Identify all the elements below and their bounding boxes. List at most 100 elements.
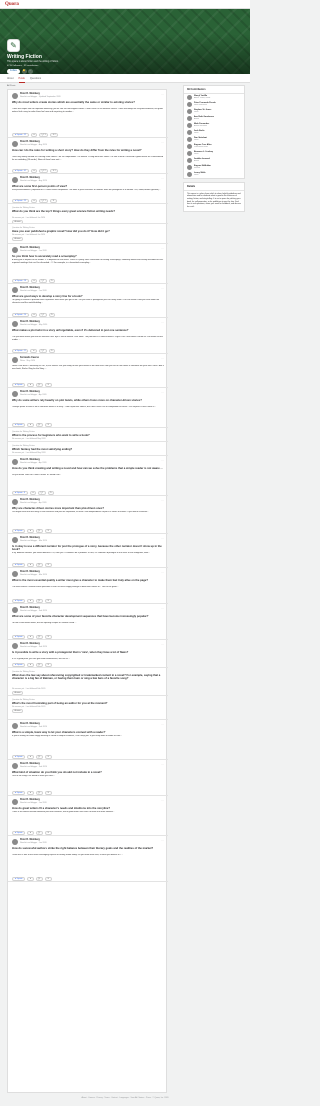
- post-question[interactable]: So you think how to accurately read a sc…: [12, 255, 164, 258]
- comment-icon[interactable]: 💬: [39, 312, 47, 317]
- answer-button[interactable]: Answer: [12, 236, 24, 241]
- author-name[interactable]: Peter R. Weinberg: [20, 839, 40, 841]
- author-name[interactable]: Peter R. Weinberg: [20, 287, 40, 289]
- contributor-item[interactable]: Stephen St. Jones Writer: [184, 108, 244, 115]
- comment-icon[interactable]: 💬: [35, 598, 44, 603]
- post-question[interactable]: How do successful authors strike the rig…: [12, 847, 164, 850]
- more-options-icon[interactable]: ···: [161, 459, 164, 462]
- contributor-item[interactable]: Eugene McMullan Novelist: [184, 164, 244, 171]
- tab-posts[interactable]: Posts: [18, 74, 25, 83]
- author-avatar[interactable]: [12, 499, 18, 505]
- downvote-icon[interactable]: ▼: [26, 422, 34, 427]
- author-avatar[interactable]: [12, 571, 18, 577]
- downvote-icon[interactable]: ▼: [26, 598, 34, 603]
- post-question[interactable]: Why do some writers rely heavily on plot…: [12, 399, 164, 402]
- question-title[interactable]: Have you ever published a graphic novel?…: [12, 230, 164, 233]
- share-icon[interactable]: ↻: [47, 490, 55, 495]
- share-icon[interactable]: ↻: [45, 598, 52, 603]
- author-name[interactable]: Peter R. Weinberg: [20, 141, 40, 143]
- post-question[interactable]: How can I do the rules for writing a sho…: [12, 149, 164, 152]
- share-icon[interactable]: ↻: [45, 422, 52, 427]
- downvote-icon[interactable]: ▼: [30, 348, 38, 353]
- downvote-icon[interactable]: ▼: [26, 382, 34, 387]
- question-title[interactable]: What is the process for beginners who wa…: [12, 434, 164, 437]
- tab-questions[interactable]: Questions: [30, 74, 41, 83]
- author-name[interactable]: Peter R. Weinberg: [20, 607, 40, 609]
- author-avatar[interactable]: [12, 459, 18, 465]
- post-question[interactable]: What kind of situation do you think you …: [12, 771, 164, 774]
- share-icon[interactable]: ↻ 2: [50, 132, 59, 137]
- comment-icon[interactable]: 💬: [35, 790, 44, 795]
- share-icon[interactable]: ↻: [45, 830, 52, 835]
- share-icon[interactable]: ↻: [45, 790, 52, 795]
- downvote-icon[interactable]: ▼: [30, 312, 38, 317]
- contributor-item[interactable]: Bronwen L. Lindsay Writer: [184, 150, 244, 157]
- downvote-icon[interactable]: ▼: [30, 132, 38, 137]
- comment-icon[interactable]: 💬: [35, 830, 44, 835]
- author-avatar[interactable]: [12, 643, 18, 649]
- post-question[interactable]: Is it possible to write a story with a p…: [12, 651, 164, 654]
- upvote-button[interactable]: ▲ Upvote · 11: [12, 348, 29, 353]
- question-title[interactable]: Which fantasy had the most satisfying en…: [12, 448, 164, 451]
- author-name[interactable]: Fernando Cuervo: [20, 357, 39, 359]
- post-question[interactable]: Why are character-driven stories more im…: [12, 507, 164, 510]
- author-name[interactable]: Peter R. Weinberg: [20, 499, 40, 501]
- author-name[interactable]: Peter R. Weinberg: [20, 93, 40, 95]
- more-options-icon[interactable]: ···: [161, 839, 164, 842]
- comment-icon[interactable]: 💬: [39, 278, 47, 283]
- comment-icon[interactable]: 💬: [39, 348, 47, 353]
- more-options-icon[interactable]: ···: [161, 247, 164, 250]
- quora-logo[interactable]: Quora: [5, 2, 19, 7]
- more-options-icon[interactable]: ···: [161, 499, 164, 502]
- contributor-item[interactable]: Eugene Cruz Allen Professional writer: [184, 143, 244, 150]
- upvote-button[interactable]: ▲ Upvote: [12, 422, 25, 427]
- more-options-icon[interactable]: ···: [161, 723, 164, 726]
- share-icon[interactable]: ↻: [48, 348, 56, 353]
- share-icon[interactable]: ↻: [45, 754, 52, 759]
- downvote-icon[interactable]: ▼: [30, 168, 38, 173]
- comment-icon[interactable]: 💬 1: [39, 198, 49, 203]
- downvote-icon[interactable]: ▼: [30, 198, 38, 203]
- downvote-icon[interactable]: ▼: [26, 876, 34, 881]
- post-question[interactable]: What are some of your favorite character…: [12, 615, 164, 618]
- upvote-button[interactable]: ▲ Upvote: [12, 634, 25, 639]
- author-avatar[interactable]: [12, 799, 18, 805]
- contributor-item[interactable]: Peter Fernando Pecolo Writer and author: [184, 101, 244, 108]
- more-options-icon[interactable]: ···: [161, 357, 164, 360]
- author-avatar[interactable]: [12, 93, 18, 99]
- comment-icon[interactable]: 💬: [38, 490, 46, 495]
- share-icon[interactable]: ↻ 1: [50, 168, 59, 173]
- tab-about[interactable]: About: [7, 74, 14, 83]
- author-avatar[interactable]: [12, 723, 18, 729]
- comment-icon[interactable]: 💬: [35, 662, 44, 667]
- author-name[interactable]: Peter R. Weinberg: [20, 723, 40, 725]
- more-options-icon[interactable]: ···: [161, 763, 164, 766]
- upvote-button[interactable]: ▲ Upvote: [12, 876, 25, 881]
- more-options-icon[interactable]: ···: [161, 571, 164, 574]
- comment-icon[interactable]: 💬: [35, 634, 44, 639]
- upvote-button[interactable]: ▲ Upvote: [12, 598, 25, 603]
- share-icon[interactable]: ↻: [45, 562, 52, 567]
- author-avatar[interactable]: [12, 247, 18, 253]
- more-options-icon[interactable]: ···: [161, 93, 164, 96]
- author-avatar[interactable]: [12, 763, 18, 769]
- post-question[interactable]: Why do most writers create stories which…: [12, 101, 164, 104]
- share-icon[interactable]: ↻: [48, 312, 56, 317]
- contributor-item[interactable]: Ana Ruth Gaucheron Author: [184, 115, 244, 122]
- downvote-icon[interactable]: ▼: [30, 278, 38, 283]
- comment-icon[interactable]: 💬: [35, 382, 44, 387]
- share-icon[interactable]: ↻: [45, 382, 52, 387]
- comment-icon[interactable]: 💬 3: [39, 132, 49, 137]
- contributor-item[interactable]: Lenny Walls Writer: [184, 171, 244, 178]
- upvote-button[interactable]: ▲ Upvote · 14: [12, 312, 29, 317]
- more-options-icon[interactable]: ···: [161, 287, 164, 290]
- comment-icon[interactable]: 💬 2: [39, 168, 49, 173]
- author-name[interactable]: Peter R. Weinberg: [20, 391, 40, 393]
- question-title[interactable]: What does the law say about referencing …: [12, 674, 164, 681]
- more-options-icon[interactable]: ···: [161, 607, 164, 610]
- contributor-item[interactable]: Sheryl Vodilla Admin · Editor, author: [184, 94, 244, 101]
- contributor-item[interactable]: Jack Stoltz Writer: [184, 129, 244, 136]
- post-question[interactable]: How do great writers fit a character's n…: [12, 807, 164, 810]
- downvote-icon[interactable]: ▼: [26, 830, 34, 835]
- comment-icon[interactable]: 💬: [35, 528, 44, 533]
